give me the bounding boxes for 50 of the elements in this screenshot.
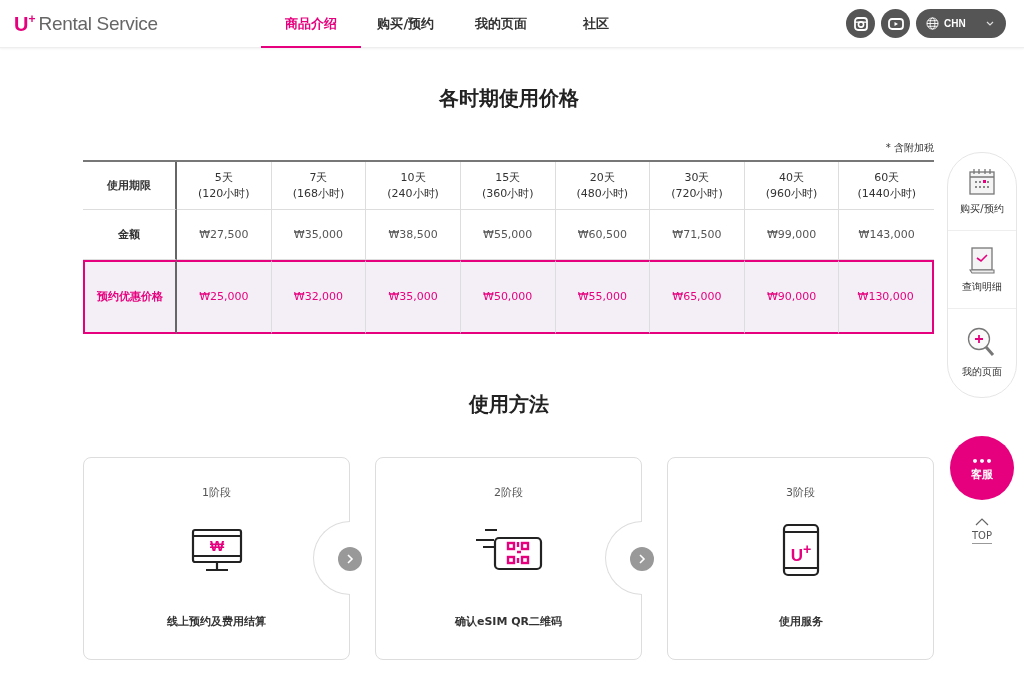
- section-title: 使用方法: [467, 392, 550, 416]
- calendar-icon: [968, 167, 996, 196]
- step-label: 线上预约及费用结算: [167, 614, 266, 629]
- column-header: 5天 (120小时): [177, 162, 272, 210]
- section-title: 各时期使用价格: [437, 86, 580, 110]
- quick-menu-link[interactable]: 我的页面: [962, 365, 1002, 379]
- column-header: 15天 (360小时): [460, 162, 556, 210]
- next-arrow-button[interactable]: [630, 547, 654, 571]
- camera-icon[interactable]: [846, 9, 875, 38]
- quick-menu-link[interactable]: 购买/预约: [960, 201, 1004, 216]
- price-cell: ₩65,000: [650, 260, 745, 334]
- top-link[interactable]: TOP: [972, 530, 992, 544]
- chevron-right-icon: [346, 554, 354, 564]
- chevron-right-icon: [638, 554, 646, 564]
- step-label: 确认eSIM QR二维码: [454, 614, 563, 629]
- step-number: 2阶段: [494, 485, 523, 500]
- price-cell: ₩35,000: [366, 260, 461, 334]
- price-cell: ₩130,000: [839, 260, 934, 334]
- column-header: 20天 (480小时): [555, 162, 651, 210]
- column-header: 10天 (240小时): [366, 162, 461, 210]
- price-cell: ₩25,000: [177, 260, 272, 334]
- play-icon[interactable]: [881, 9, 910, 38]
- customer-service-button[interactable]: ••• 客服: [950, 436, 1014, 500]
- quick-menu-link[interactable]: 查询明细: [962, 279, 1002, 294]
- nav-tab[interactable]: 商品介绍: [260, 0, 361, 48]
- price-cell: ₩32,000: [271, 260, 367, 334]
- price-cell: ₩90,000: [744, 260, 840, 334]
- caret-icon: [986, 21, 994, 26]
- globe-icon: [926, 17, 939, 30]
- step-label: 使用服务: [778, 614, 823, 629]
- column-header: 30天 (720小时): [650, 162, 745, 210]
- qr-card-icon: [474, 529, 543, 571]
- next-arrow-button[interactable]: [338, 547, 362, 571]
- row-header: 预约优惠价格: [83, 260, 177, 334]
- price-cell: ₩55,000: [555, 260, 651, 334]
- step-number: 3阶段: [786, 485, 815, 500]
- brand-name[interactable]: Rental Service: [38, 13, 158, 36]
- step-number: 1阶段: [202, 485, 231, 500]
- logo-mark[interactable]: U$^{+}$: [14, 11, 36, 36]
- price-cell: ₩50,000: [460, 260, 556, 334]
- phone-icon: U$^{+}$: [781, 523, 820, 577]
- column-header: 7天 (168小时): [271, 162, 367, 210]
- tax-note: * 含附加税: [884, 141, 934, 155]
- checklist-icon: [969, 245, 995, 274]
- search-icon: [967, 327, 997, 359]
- column-header: 40天 (960小时): [744, 162, 840, 210]
- column-header: 60天 (1440小时): [839, 162, 934, 210]
- language-selector[interactable]: CHN: [916, 9, 1006, 38]
- chevron-up-icon: [975, 518, 989, 526]
- column-header: 使用期限: [83, 162, 177, 210]
